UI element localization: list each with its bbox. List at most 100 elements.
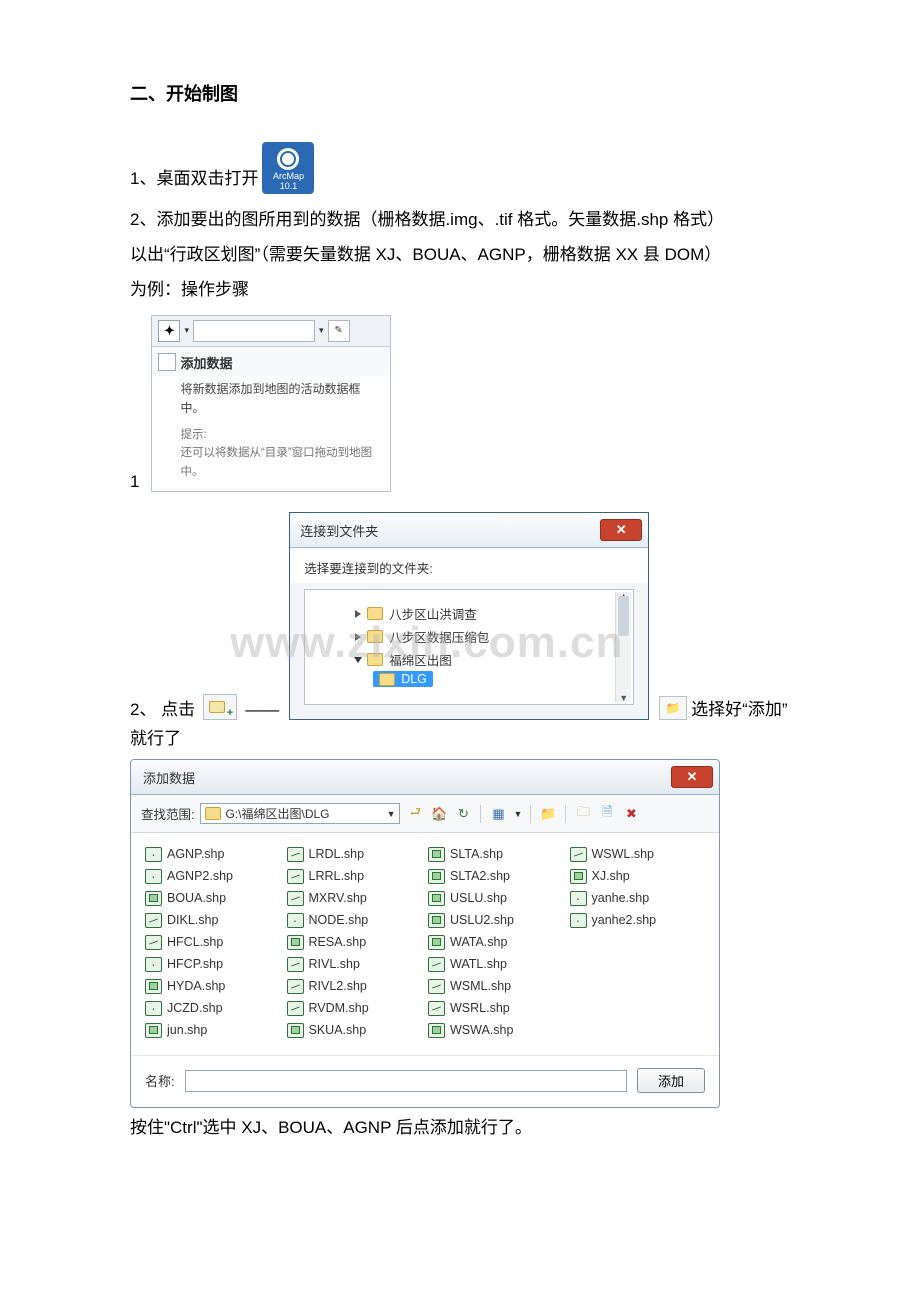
connect-folder-icon[interactable]: 📁: [539, 805, 557, 823]
file-item[interactable]: RIVL.shp: [287, 953, 423, 975]
file-item[interactable]: LRDL.shp: [287, 843, 423, 865]
shapefile-line-icon: [428, 979, 445, 994]
file-item[interactable]: DIKL.shp: [145, 909, 281, 931]
file-item[interactable]: AGNP2.shp: [145, 865, 281, 887]
globe-icon: [277, 148, 299, 170]
new-file-icon[interactable]: 🗎: [598, 805, 616, 823]
toolbar: ✦ ▾ ▾ ✎: [152, 316, 390, 347]
file-item[interactable]: XJ.shp: [570, 865, 706, 887]
shapefile-polygon-icon: [287, 1023, 304, 1038]
name-input[interactable]: [185, 1070, 627, 1092]
file-name: jun.shp: [167, 1023, 207, 1037]
folder-icon: [205, 807, 221, 820]
file-item[interactable]: JCZD.shp: [145, 997, 281, 1019]
file-item[interactable]: yanhe2.shp: [570, 909, 706, 931]
file-name: yanhe.shp: [592, 891, 650, 905]
file-item[interactable]: RIVL2.shp: [287, 975, 423, 997]
file-item[interactable]: HYDA.shp: [145, 975, 281, 997]
file-item[interactable]: USLU.shp: [428, 887, 564, 909]
file-name: AGNP2.shp: [167, 869, 233, 883]
separator: [480, 805, 481, 823]
file-item[interactable]: SLTA2.shp: [428, 865, 564, 887]
file-item[interactable]: WATA.shp: [428, 931, 564, 953]
close-icon[interactable]: ✕: [671, 766, 713, 788]
file-list[interactable]: AGNP.shp LRDL.shp SLTA.shp WSWL.shp AGNP2.sh…: [131, 833, 719, 1055]
row2-pre: 2、 点击: [130, 695, 195, 720]
refresh-icon[interactable]: ↻: [454, 805, 472, 823]
file-item[interactable]: MXRV.shp: [287, 887, 423, 909]
scope-value[interactable]: G:\福绵区出图\DLG: [225, 805, 329, 822]
connect-folder-icon[interactable]: 📁: [659, 696, 687, 720]
shapefile-polygon-icon: [428, 913, 445, 928]
scroll-down-icon[interactable]: ▼: [619, 693, 628, 703]
dialog-title: 连接到文件夹: [300, 521, 378, 540]
file-item[interactable]: RESA.shp: [287, 931, 423, 953]
folder-icon: [367, 630, 383, 643]
chevron-down-icon[interactable]: ▼: [513, 809, 522, 819]
shapefile-polygon-icon: [145, 891, 162, 906]
shapefile-polygon-icon: [570, 869, 587, 884]
step2-l3: 为例：操作步骤: [130, 276, 880, 305]
home-icon[interactable]: 🏠: [430, 805, 448, 823]
folder-tree[interactable]: 八步区山洪调查 八步区数据压缩包 福绵区出图 DLG ▲ ▼: [304, 589, 634, 705]
file-item[interactable]: HFCL.shp: [145, 931, 281, 953]
editor-icon[interactable]: ✎: [328, 320, 350, 342]
shapefile-line-icon: [287, 979, 304, 994]
add-button[interactable]: 添加: [637, 1068, 705, 1093]
file-item[interactable]: HFCP.shp: [145, 953, 281, 975]
up-folder-icon[interactable]: ⮐: [406, 805, 424, 823]
file-name: RIVL2.shp: [309, 979, 367, 993]
arcmap-version: 10.1: [280, 182, 298, 192]
scroll-thumb[interactable]: [618, 596, 629, 636]
file-item[interactable]: AGNP.shp: [145, 843, 281, 865]
tree-item[interactable]: 八步区山洪调查: [389, 604, 477, 623]
tooltip-title: 添加数据: [152, 347, 390, 376]
footer-instruction: 按住"Ctrl"选中 XJ、BOUA、AGNP 后点添加就行了。: [130, 1114, 880, 1143]
file-item[interactable]: BOUA.shp: [145, 887, 281, 909]
tree-item[interactable]: 八步区数据压缩包: [389, 627, 489, 646]
file-item[interactable]: yanhe.shp: [570, 887, 706, 909]
file-name: SLTA2.shp: [450, 869, 510, 883]
file-item[interactable]: NODE.shp: [287, 909, 423, 931]
shapefile-point-icon: [145, 847, 162, 862]
file-item[interactable]: WSRL.shp: [428, 997, 564, 1019]
shapefile-point-icon: [145, 957, 162, 972]
file-item[interactable]: jun.shp: [145, 1019, 281, 1041]
connect-folder-dialog: 连接到文件夹 ✕ 选择要连接到的文件夹: 八步区山洪调查 八步区数据压缩包 福绵…: [289, 512, 649, 720]
file-item: [570, 953, 706, 975]
shapefile-polygon-icon: [428, 847, 445, 862]
file-item[interactable]: SKUA.shp: [287, 1019, 423, 1041]
file-name: LRRL.shp: [309, 869, 365, 883]
file-item[interactable]: SLTA.shp: [428, 843, 564, 865]
separator: [530, 805, 531, 823]
file-name: WATL.shp: [450, 957, 507, 971]
shapefile-line-icon: [428, 1001, 445, 1016]
file-item[interactable]: WSWL.shp: [570, 843, 706, 865]
tree-item[interactable]: 福绵区出图: [389, 650, 452, 669]
new-folder-icon[interactable]: 🗀: [574, 805, 592, 823]
file-name: USLU.shp: [450, 891, 507, 905]
tree-item-selected[interactable]: DLG: [401, 672, 427, 686]
shapefile-point-icon: [145, 1001, 162, 1016]
folder-icon: [367, 653, 383, 666]
scrollbar[interactable]: ▲ ▼: [615, 592, 631, 702]
file-name: AGNP.shp: [167, 847, 224, 861]
add-data-button-icon[interactable]: ✦: [158, 320, 180, 342]
file-item[interactable]: WSWA.shp: [428, 1019, 564, 1041]
chevron-down-icon[interactable]: ▼: [387, 809, 396, 819]
delete-icon[interactable]: ✖: [622, 805, 640, 823]
file-item[interactable]: WSML.shp: [428, 975, 564, 997]
file-item: [570, 975, 706, 997]
arcmap-desktop-icon[interactable]: ArcMap 10.1: [262, 142, 314, 194]
file-name: RIVL.shp: [309, 957, 360, 971]
file-item[interactable]: WATL.shp: [428, 953, 564, 975]
file-name: SLTA.shp: [450, 847, 503, 861]
close-icon[interactable]: ✕: [600, 519, 642, 541]
file-item[interactable]: LRRL.shp: [287, 865, 423, 887]
scale-dropdown[interactable]: [193, 320, 315, 342]
connect-folder-button-icon[interactable]: [203, 694, 237, 720]
file-item[interactable]: USLU2.shp: [428, 909, 564, 931]
shapefile-line-icon: [145, 935, 162, 950]
file-item[interactable]: RVDM.shp: [287, 997, 423, 1019]
list-view-icon[interactable]: ▦: [489, 805, 507, 823]
